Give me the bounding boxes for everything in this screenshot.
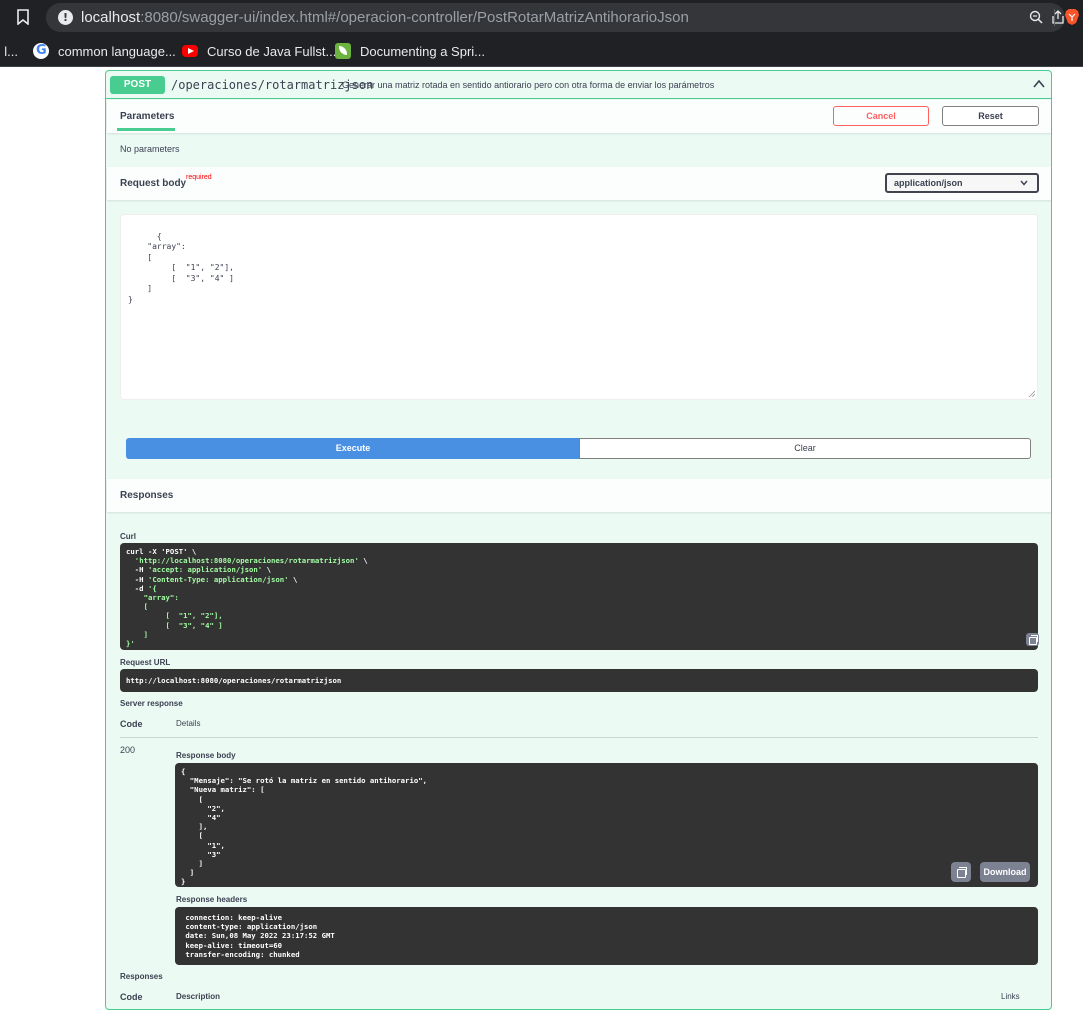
bookmark-label: : l...	[0, 43, 18, 59]
operation-summary[interactable]: POST /operaciones/rotarmatrizjson Genera…	[106, 71, 1051, 99]
url-host: localhost	[81, 9, 141, 26]
bookmarks-bar: : l... common language... Curso de Java …	[0, 35, 1083, 67]
request-url-label: Request URL	[120, 658, 171, 667]
request-url-box[interactable]: http://localhost:8080/operaciones/rotarm…	[120, 669, 1038, 692]
bookmark-documenting-spring[interactable]: Documenting a Spri...	[335, 41, 485, 61]
request-body-header: Request body required application/json	[107, 167, 1051, 200]
response-body-box[interactable]: { "Mensaje": "Se rotó la matriz en senti…	[175, 763, 1038, 887]
clear-button[interactable]: Clear	[579, 438, 1031, 459]
request-body-text: { "array": [ [ "1", "2"], [ "3", "4" ] ]…	[128, 231, 234, 304]
curl-accept-header: 'accept: application/json'	[147, 565, 263, 575]
download-button[interactable]: Download	[980, 862, 1030, 882]
curl-url: 'http://localhost:8080/operaciones/rotar…	[134, 556, 359, 566]
request-url-value: http://localhost:8080/operaciones/rotarm…	[126, 676, 342, 685]
code-column-header: Code	[120, 992, 143, 1002]
spring-icon	[335, 43, 351, 59]
responses-header: Responses	[107, 479, 1051, 512]
address-bar[interactable]: ! localhost:8080/swagger-ui/index.html#/…	[46, 3, 1065, 32]
request-body-label: Request body	[120, 178, 187, 189]
parameters-header: Parameters Cancel Reset	[107, 100, 1051, 133]
content-type-select[interactable]: application/json	[885, 173, 1039, 193]
copy-icon[interactable]	[1026, 633, 1039, 646]
curl-content-type-header: 'Content-Type: application/json'	[147, 574, 289, 584]
response-body-label: Response body	[176, 751, 236, 760]
google-icon	[33, 43, 49, 59]
bookmark-fragment[interactable]: : l...	[0, 41, 18, 61]
chevron-up-icon[interactable]	[1033, 79, 1045, 89]
responses-section-label: Responses	[120, 972, 163, 981]
method-badge: POST	[110, 76, 165, 94]
url-text[interactable]: localhost:8080/swagger-ui/index.html#/op…	[81, 9, 689, 26]
toolbar-divider	[1054, 9, 1055, 26]
curl-body: '{ "array": [ [ "1", "2"], [ "3", "4" ] …	[126, 583, 223, 649]
status-code: 200	[120, 745, 136, 755]
details-column-header: Details	[176, 719, 201, 728]
chevron-down-icon	[1020, 180, 1028, 186]
execute-button[interactable]: Execute	[126, 438, 580, 459]
swagger-page: POST /operaciones/rotarmatrizjson Genera…	[0, 68, 1083, 1010]
bookmark-label: Documenting a Spri...	[360, 43, 486, 59]
table-divider	[120, 737, 1038, 738]
no-parameters-text: No parameters	[120, 144, 180, 154]
request-body-editor[interactable]: { "array": [ [ "1", "2"], [ "3", "4" ] ]…	[120, 214, 1038, 400]
required-marker: required	[186, 174, 212, 181]
response-headers-label: Response headers	[176, 895, 248, 904]
resize-grip-icon[interactable]	[1028, 390, 1035, 397]
bookmark-curso-java[interactable]: Curso de Java Fullst...	[182, 41, 336, 61]
server-response-label: Server response	[120, 699, 183, 708]
bookmark-icon[interactable]	[17, 9, 29, 25]
brave-shield-icon[interactable]	[1064, 8, 1080, 26]
operation-block: POST /operaciones/rotarmatrizjson Genera…	[105, 70, 1052, 1010]
operation-description: Generar una matriz rotada en sentido ant…	[342, 80, 715, 90]
site-info-icon[interactable]: !	[58, 10, 73, 25]
url-path: :8080/swagger-ui/index.html#/operacion-c…	[140, 9, 689, 26]
curl-code-block[interactable]: curl -X 'POST' \ 'http://localhost:8080/…	[120, 543, 1039, 650]
curl-label: Curl	[120, 532, 136, 541]
response-headers-box[interactable]: connection: keep-alive content-type: app…	[175, 907, 1038, 965]
tab-underline	[117, 128, 175, 131]
response-body-text: { "Mensaje": "Se rotó la matriz en senti…	[181, 767, 428, 887]
youtube-icon	[182, 45, 198, 57]
browser-toolbar: ! localhost:8080/swagger-ui/index.html#/…	[0, 0, 1083, 35]
bookmark-label: common language...	[58, 43, 176, 59]
response-headers-text: connection: keep-alive content-type: app…	[185, 913, 335, 959]
bookmark-common-language[interactable]: common language...	[33, 41, 176, 61]
cancel-button[interactable]: Cancel	[833, 106, 929, 126]
code-column-header: Code	[120, 719, 143, 729]
content-type-value: application/json	[894, 178, 963, 188]
tab-parameters[interactable]: Parameters	[120, 111, 174, 122]
responses-title: Responses	[120, 490, 174, 501]
reset-button[interactable]: Reset	[942, 106, 1039, 126]
bookmark-label: Curso de Java Fullst...	[207, 43, 337, 59]
zoom-icon[interactable]	[1029, 10, 1043, 24]
copy-icon[interactable]	[951, 862, 971, 882]
